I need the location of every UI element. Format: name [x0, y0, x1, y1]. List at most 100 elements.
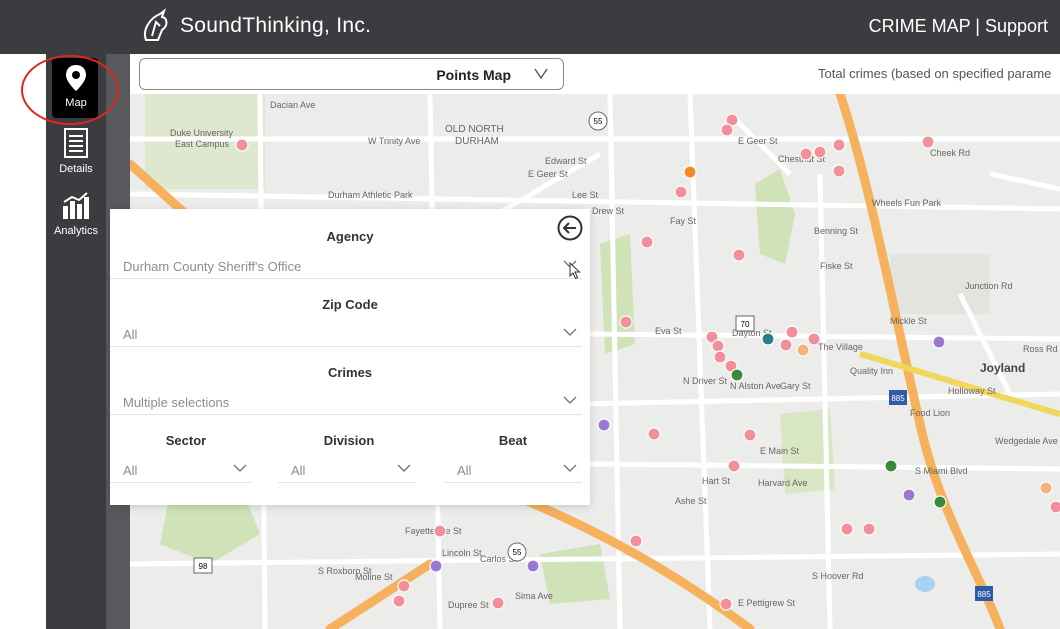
incident-marker[interactable] — [526, 559, 540, 573]
route-shield-label: 98 — [199, 562, 208, 571]
map-pin-icon — [66, 65, 86, 91]
incident-marker[interactable] — [799, 147, 813, 161]
beat-value: All — [457, 463, 472, 478]
incident-marker[interactable] — [392, 594, 406, 608]
incident-marker[interactable] — [813, 145, 827, 159]
map-label: Food Lion — [910, 408, 950, 418]
sector-dropdown[interactable]: All — [110, 457, 252, 483]
map-label: Benning St — [814, 226, 859, 236]
map-label: E Main St — [760, 446, 800, 456]
header-links[interactable]: CRIME MAP | Support — [869, 16, 1048, 37]
sector-label: Sector — [165, 433, 207, 448]
map-label: Ashe St — [675, 496, 707, 506]
map-label: Lincoln St — [442, 548, 482, 558]
map-label: Junction Rd — [965, 281, 1013, 291]
map-view-dropdown[interactable]: Points Map — [139, 58, 564, 90]
agency-dropdown[interactable]: Durham County Sheriff's Office — [110, 253, 582, 279]
incident-marker[interactable] — [397, 579, 411, 593]
map-label: DURHAM — [455, 136, 499, 147]
map-label: E Pettigrew St — [738, 598, 796, 608]
map-label: Cheek Rd — [930, 148, 970, 158]
division-dropdown[interactable]: All — [278, 457, 416, 483]
crimes-dropdown[interactable]: Multiple selections — [110, 389, 582, 415]
map-label: Dacian Ave — [270, 100, 315, 110]
incident-marker[interactable] — [785, 325, 799, 339]
park-area — [755, 169, 795, 264]
incident-marker[interactable] — [1039, 481, 1053, 495]
incident-marker[interactable] — [619, 315, 633, 329]
map-label: Wedgedale Ave — [995, 436, 1058, 446]
analytics-bars-icon — [63, 192, 89, 219]
incident-marker[interactable] — [761, 332, 775, 346]
incident-marker[interactable] — [429, 559, 443, 573]
route-shield-label: 885 — [891, 394, 905, 403]
map-label: Quality Inn — [850, 366, 893, 376]
incident-marker[interactable] — [235, 138, 249, 152]
map-label: W Trinity Ave — [368, 136, 420, 146]
map-label: Harvard Ave — [758, 478, 807, 488]
map-label: Moline St — [355, 572, 393, 582]
sidebar: Map Details Analytics — [46, 54, 106, 629]
map-label: Eva St — [655, 326, 682, 336]
incident-marker[interactable] — [719, 597, 733, 611]
sidebar-item-details[interactable]: Details — [46, 128, 106, 175]
sector-value: All — [123, 463, 138, 478]
map-label: E Geer St — [528, 169, 568, 179]
incident-marker[interactable] — [711, 339, 725, 353]
incident-marker[interactable] — [832, 138, 846, 152]
incident-marker[interactable] — [884, 459, 898, 473]
incident-marker[interactable] — [832, 164, 846, 178]
map-label: Dupree St — [448, 600, 489, 610]
route-shield-label: 885 — [977, 590, 991, 599]
incident-marker[interactable] — [1049, 500, 1060, 514]
crimes-label: Crimes — [327, 365, 373, 380]
incident-marker[interactable] — [730, 368, 744, 382]
chevron-down-icon — [563, 464, 577, 472]
incident-marker[interactable] — [796, 343, 810, 357]
incident-marker[interactable] — [640, 235, 654, 249]
incident-marker[interactable] — [647, 427, 661, 441]
map-label: S Hoover Rd — [812, 571, 864, 581]
incident-marker[interactable] — [779, 338, 793, 352]
incident-marker[interactable] — [491, 596, 505, 610]
map-label: Joyland — [980, 361, 1025, 375]
chevron-down-icon — [534, 68, 548, 80]
soundthinking-logo-icon — [144, 8, 168, 41]
beat-label: Beat — [498, 433, 528, 448]
incident-marker[interactable] — [862, 522, 876, 536]
incident-marker[interactable] — [840, 522, 854, 536]
total-crimes-label: Total crimes (based on specified parame — [818, 66, 1052, 81]
incident-marker[interactable] — [732, 248, 746, 262]
incident-marker[interactable] — [743, 428, 757, 442]
map-label: East Campus — [175, 139, 230, 149]
filter-panel: Agency Durham County Sheriff's Office Zi… — [110, 209, 590, 505]
incident-marker[interactable] — [433, 524, 447, 538]
zip-code-value: All — [123, 327, 138, 342]
map-view-value: Points Map — [436, 67, 511, 83]
incident-marker[interactable] — [597, 418, 611, 432]
incident-marker[interactable] — [921, 135, 935, 149]
incident-marker[interactable] — [807, 332, 821, 346]
map-label: Sima Ave — [515, 591, 553, 601]
incident-marker[interactable] — [720, 123, 734, 137]
map-label: Ross Rd — [1023, 344, 1058, 354]
map-label: Hart St — [702, 476, 731, 486]
incident-marker[interactable] — [933, 495, 947, 509]
zip-code-label: Zip Code — [322, 297, 378, 312]
beat-dropdown[interactable]: All — [444, 457, 582, 483]
incident-marker[interactable] — [674, 185, 688, 199]
sidebar-item-map[interactable]: Map — [46, 64, 106, 109]
incident-marker[interactable] — [727, 459, 741, 473]
division-label: Division — [323, 433, 375, 448]
details-list-icon — [64, 128, 88, 158]
zip-code-dropdown[interactable]: All — [110, 321, 582, 347]
incident-marker[interactable] — [683, 165, 697, 179]
incident-marker[interactable] — [713, 350, 727, 364]
sidebar-item-analytics[interactable]: Analytics — [46, 192, 106, 237]
incident-marker[interactable] — [932, 335, 946, 349]
logo[interactable]: SoundThinking, Inc. — [140, 8, 371, 44]
sidebar-item-label: Analytics — [53, 225, 99, 237]
incident-marker[interactable] — [629, 534, 643, 548]
incident-marker[interactable] — [902, 488, 916, 502]
map-label: The Village — [818, 342, 863, 352]
